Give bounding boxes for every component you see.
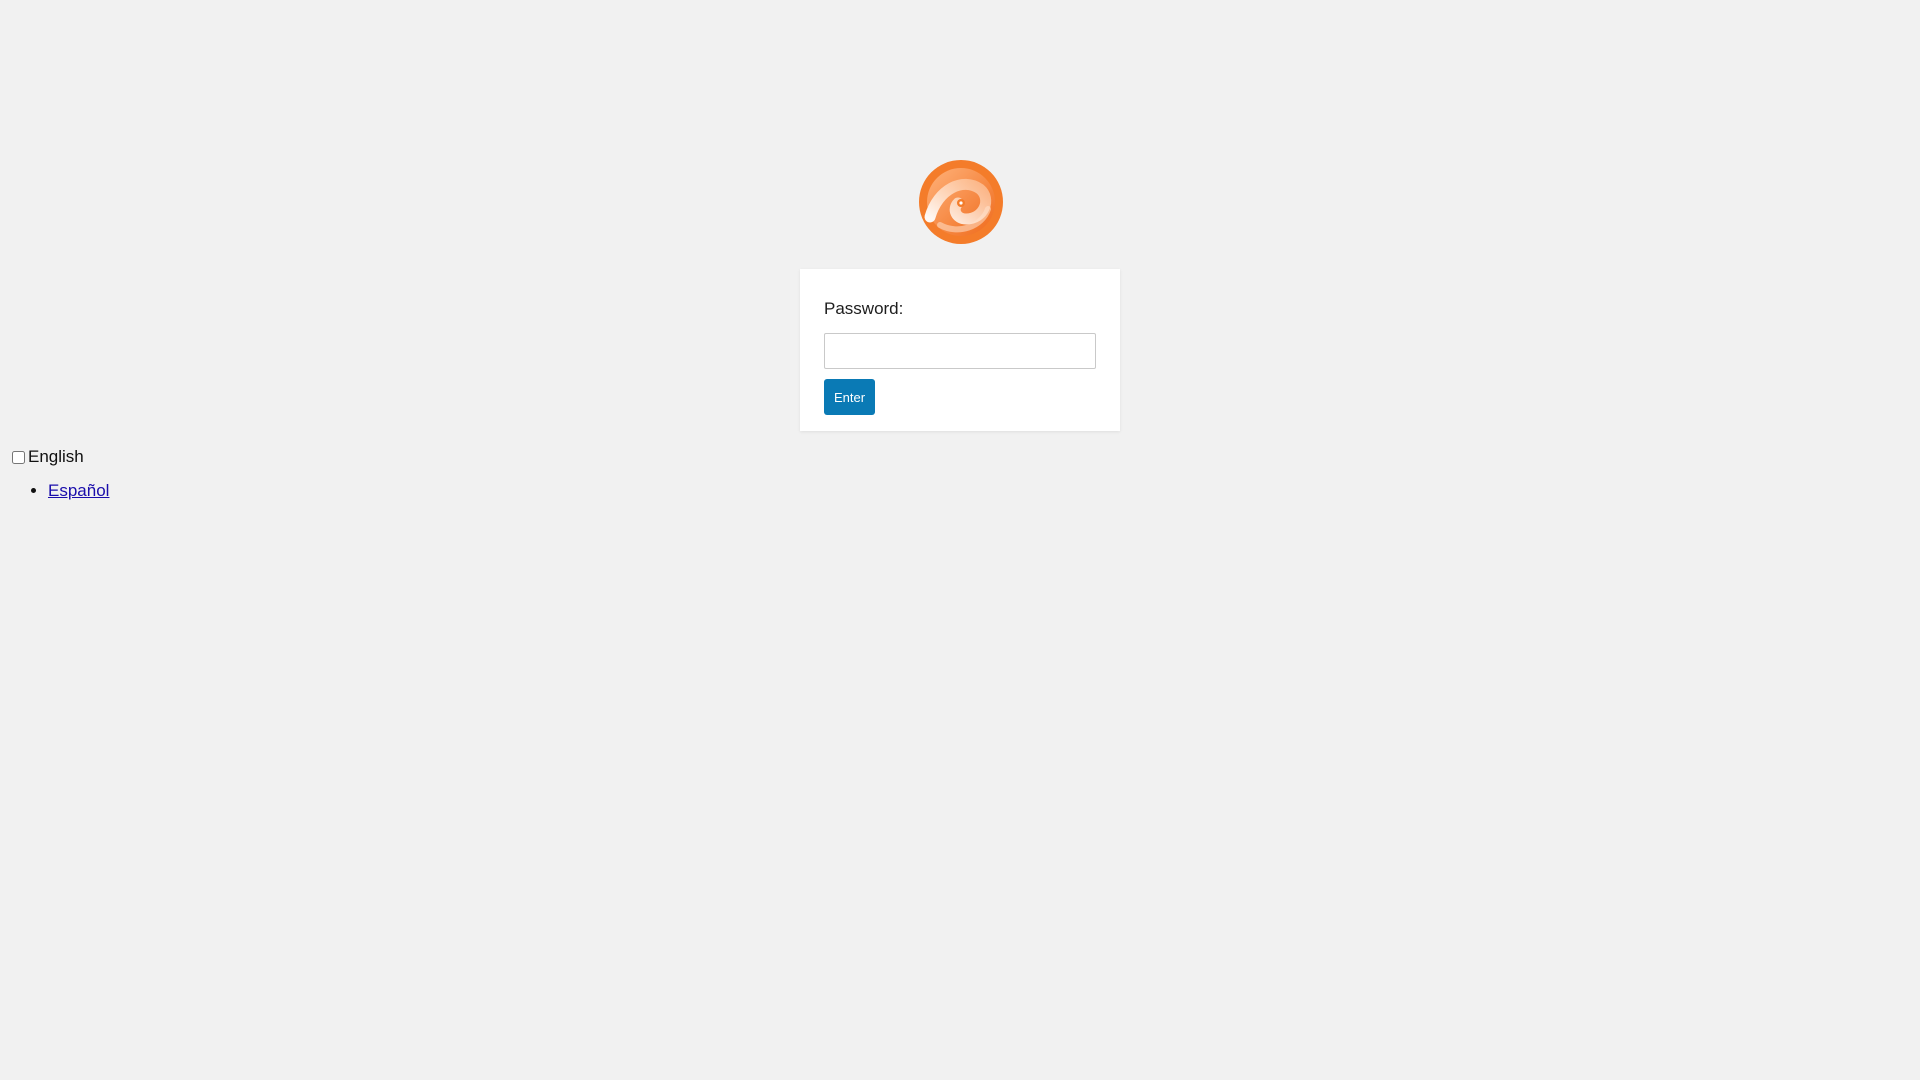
login-form: Password: Enter <box>800 269 1120 431</box>
current-language: English <box>11 447 109 467</box>
logo-icon <box>919 160 1003 244</box>
page: Password: Enter English Español <box>0 0 1920 1080</box>
language-switcher: English Español <box>11 447 109 501</box>
language-link-espanol[interactable]: Español <box>48 481 109 500</box>
site-logo <box>918 159 1004 245</box>
password-input[interactable] <box>824 333 1096 369</box>
password-label: Password: <box>824 299 904 318</box>
enter-button[interactable]: Enter <box>824 379 876 415</box>
language-toggle-checkbox[interactable] <box>12 450 25 464</box>
language-list: Español <box>11 481 109 501</box>
current-language-label: English <box>28 447 84 466</box>
list-item: Español <box>48 481 109 501</box>
